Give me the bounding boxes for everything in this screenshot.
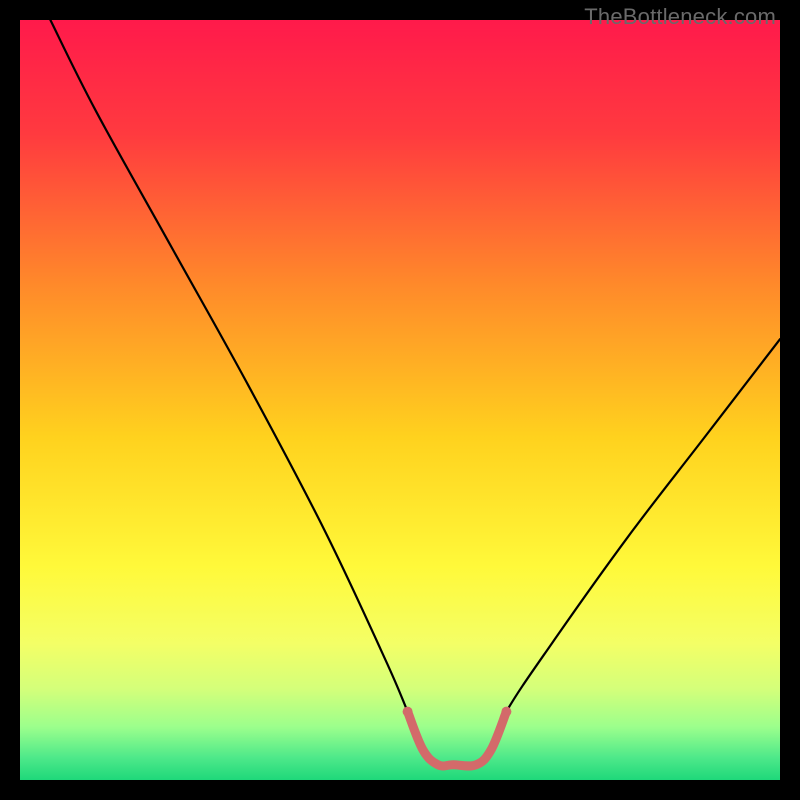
highlight-end-dot bbox=[501, 707, 511, 717]
curve-layer bbox=[20, 20, 780, 780]
watermark-text: TheBottleneck.com bbox=[584, 4, 776, 30]
highlight-start-dot bbox=[403, 707, 413, 717]
bottleneck-curve bbox=[50, 20, 780, 766]
plot-area bbox=[20, 20, 780, 780]
chart-frame: TheBottleneck.com bbox=[0, 0, 800, 800]
optimal-range-highlight bbox=[408, 712, 507, 766]
